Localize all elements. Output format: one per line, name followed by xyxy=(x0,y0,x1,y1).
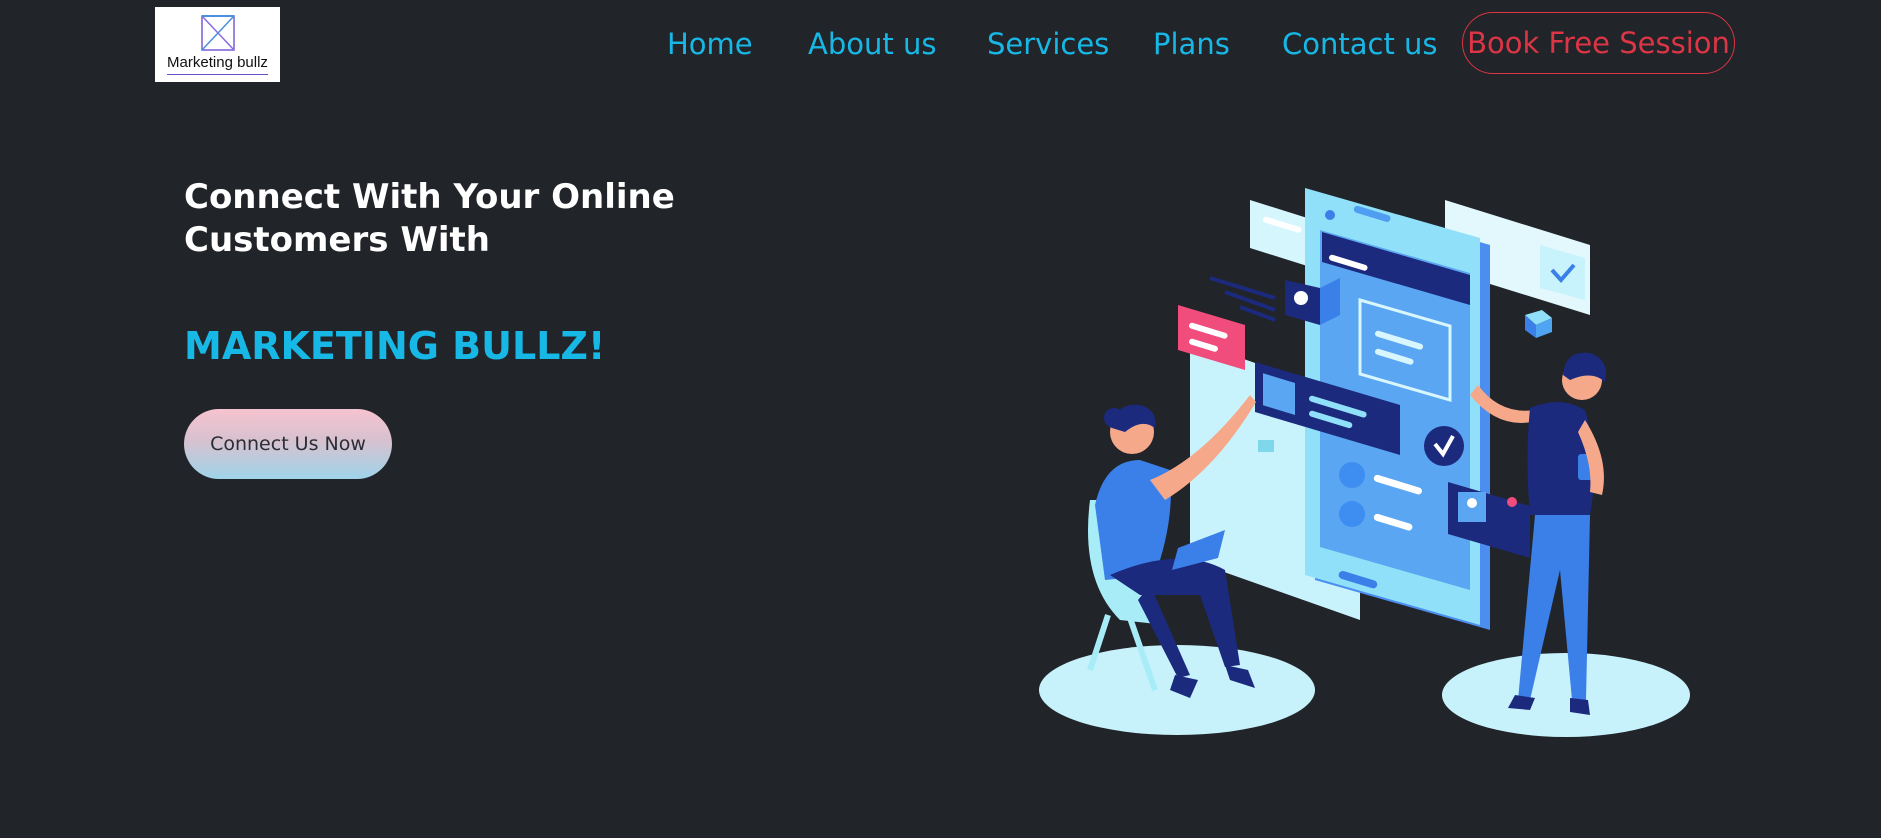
logo[interactable]: Marketing bullz xyxy=(155,7,280,82)
nav-contact-us[interactable]: Contact us xyxy=(1282,26,1438,62)
nav-plans[interactable]: Plans xyxy=(1153,26,1230,62)
nav-about-us[interactable]: About us xyxy=(808,26,936,62)
checkmark-icon xyxy=(1424,426,1464,466)
book-free-session-button[interactable]: Book Free Session xyxy=(1462,12,1735,74)
connect-us-now-button[interactable]: Connect Us Now xyxy=(184,409,392,479)
hero-heading: Connect With Your Online Customers With xyxy=(184,177,675,260)
nav-home[interactable]: Home xyxy=(667,26,753,62)
logo-mark-icon xyxy=(200,15,235,51)
site-header: Marketing bullz Home About us Services P… xyxy=(0,0,1881,90)
hero-illustration xyxy=(1039,188,1690,737)
hero-brand: MARKETING BULLZ! xyxy=(184,324,606,368)
logo-text: Marketing bullz xyxy=(167,54,268,75)
floor-ellipse-right xyxy=(1442,653,1690,737)
nav-services[interactable]: Services xyxy=(987,26,1109,62)
